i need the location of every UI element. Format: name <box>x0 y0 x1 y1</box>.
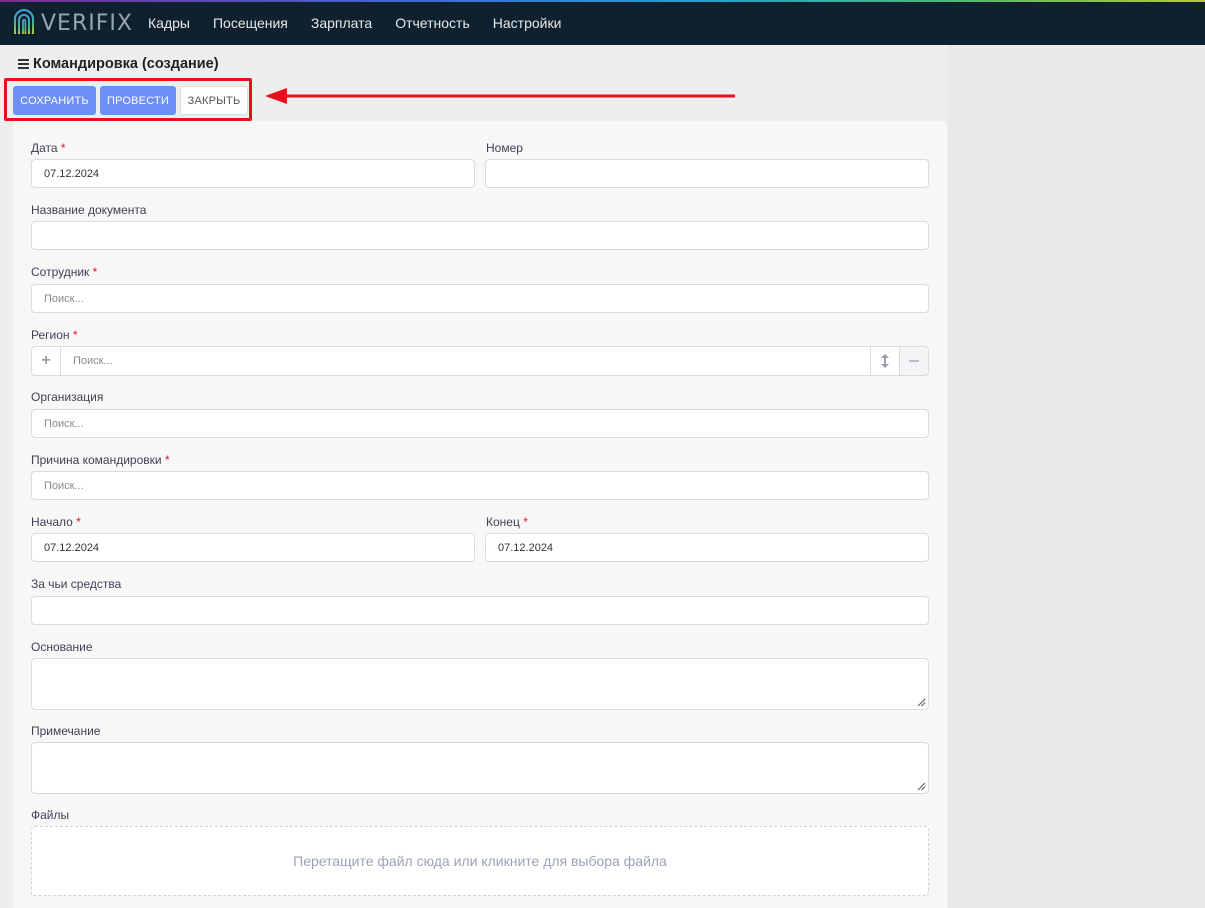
annotation-arrow-icon <box>265 88 735 104</box>
note-label: Примечание <box>31 724 101 738</box>
close-button[interactable]: ЗАКРЫТЬ <box>180 86 248 115</box>
required-mark: * <box>164 453 170 467</box>
required-mark: * <box>523 515 528 529</box>
region-remove-button[interactable] <box>899 346 929 376</box>
nav-item-staff[interactable]: Кадры <box>148 15 190 31</box>
basis-textarea[interactable] <box>31 658 929 710</box>
reason-label: Причина командировки * <box>31 453 170 467</box>
organization-label: Организация <box>31 390 104 404</box>
required-mark: * <box>60 141 66 155</box>
save-button[interactable]: СОХРАНИТЬ <box>13 86 96 115</box>
note-textarea[interactable] <box>31 742 929 794</box>
page-title-text: Командировка (создание) <box>33 56 219 72</box>
files-label: Файлы <box>31 808 70 822</box>
required-mark: * <box>76 515 81 529</box>
basis-label: Основание <box>31 640 93 654</box>
nav-item-reports[interactable]: Отчетность <box>395 15 470 31</box>
main-menu: Кадры Посещения Зарплата Отчетность Наст… <box>148 0 584 45</box>
end-date-field[interactable]: 07.12.2024 <box>485 533 929 562</box>
resize-handle-icon[interactable] <box>917 698 926 707</box>
funds-label: За чьи средства <box>31 577 122 591</box>
nav-item-payroll[interactable]: Зарплата <box>311 15 372 31</box>
plus-icon: + <box>41 352 51 369</box>
fingerprint-logo-icon <box>14 9 34 34</box>
date-label: Дата * <box>31 141 66 155</box>
page-title: Командировка (создание) <box>18 56 219 72</box>
top-navbar: VERIFIX Кадры Посещения Зарплата Отчетно… <box>0 0 1205 45</box>
region-search-input[interactable]: Поиск... <box>60 346 871 376</box>
organization-search-input[interactable]: Поиск... <box>31 409 929 438</box>
number-label: Номер <box>486 141 523 155</box>
number-field[interactable] <box>485 159 929 188</box>
app-logo[interactable]: VERIFIX <box>12 8 133 38</box>
end-label: Конец * <box>486 515 528 529</box>
doc-name-field[interactable] <box>31 221 929 250</box>
file-dropzone[interactable]: Перетащите файл сюда или кликните для вы… <box>31 826 929 896</box>
logo-text: VERIFIX <box>41 10 133 36</box>
doc-name-label: Название документа <box>31 203 147 217</box>
region-label: Регион * <box>31 328 78 342</box>
post-button[interactable]: ПРОВЕСТИ <box>100 86 176 115</box>
nav-item-attendance[interactable]: Посещения <box>213 15 288 31</box>
resize-handle-icon[interactable] <box>917 782 926 791</box>
reason-search-input[interactable]: Поиск... <box>31 471 929 500</box>
sort-icon <box>881 354 889 368</box>
menu-icon[interactable] <box>18 59 29 69</box>
employee-search-input[interactable]: Поиск... <box>31 284 929 313</box>
region-add-button[interactable]: + <box>31 346 61 376</box>
employee-label: Сотрудник * <box>31 265 98 279</box>
region-sort-button[interactable] <box>870 346 900 376</box>
date-field[interactable]: 07.12.2024 <box>31 159 475 188</box>
funds-field[interactable] <box>31 596 929 625</box>
start-date-field[interactable]: 07.12.2024 <box>31 533 475 562</box>
start-label: Начало * <box>31 515 81 529</box>
right-empty-area <box>948 45 1205 908</box>
minus-icon <box>909 360 919 362</box>
required-mark: * <box>72 328 78 342</box>
nav-item-settings[interactable]: Настройки <box>493 15 562 31</box>
required-mark: * <box>92 265 98 279</box>
